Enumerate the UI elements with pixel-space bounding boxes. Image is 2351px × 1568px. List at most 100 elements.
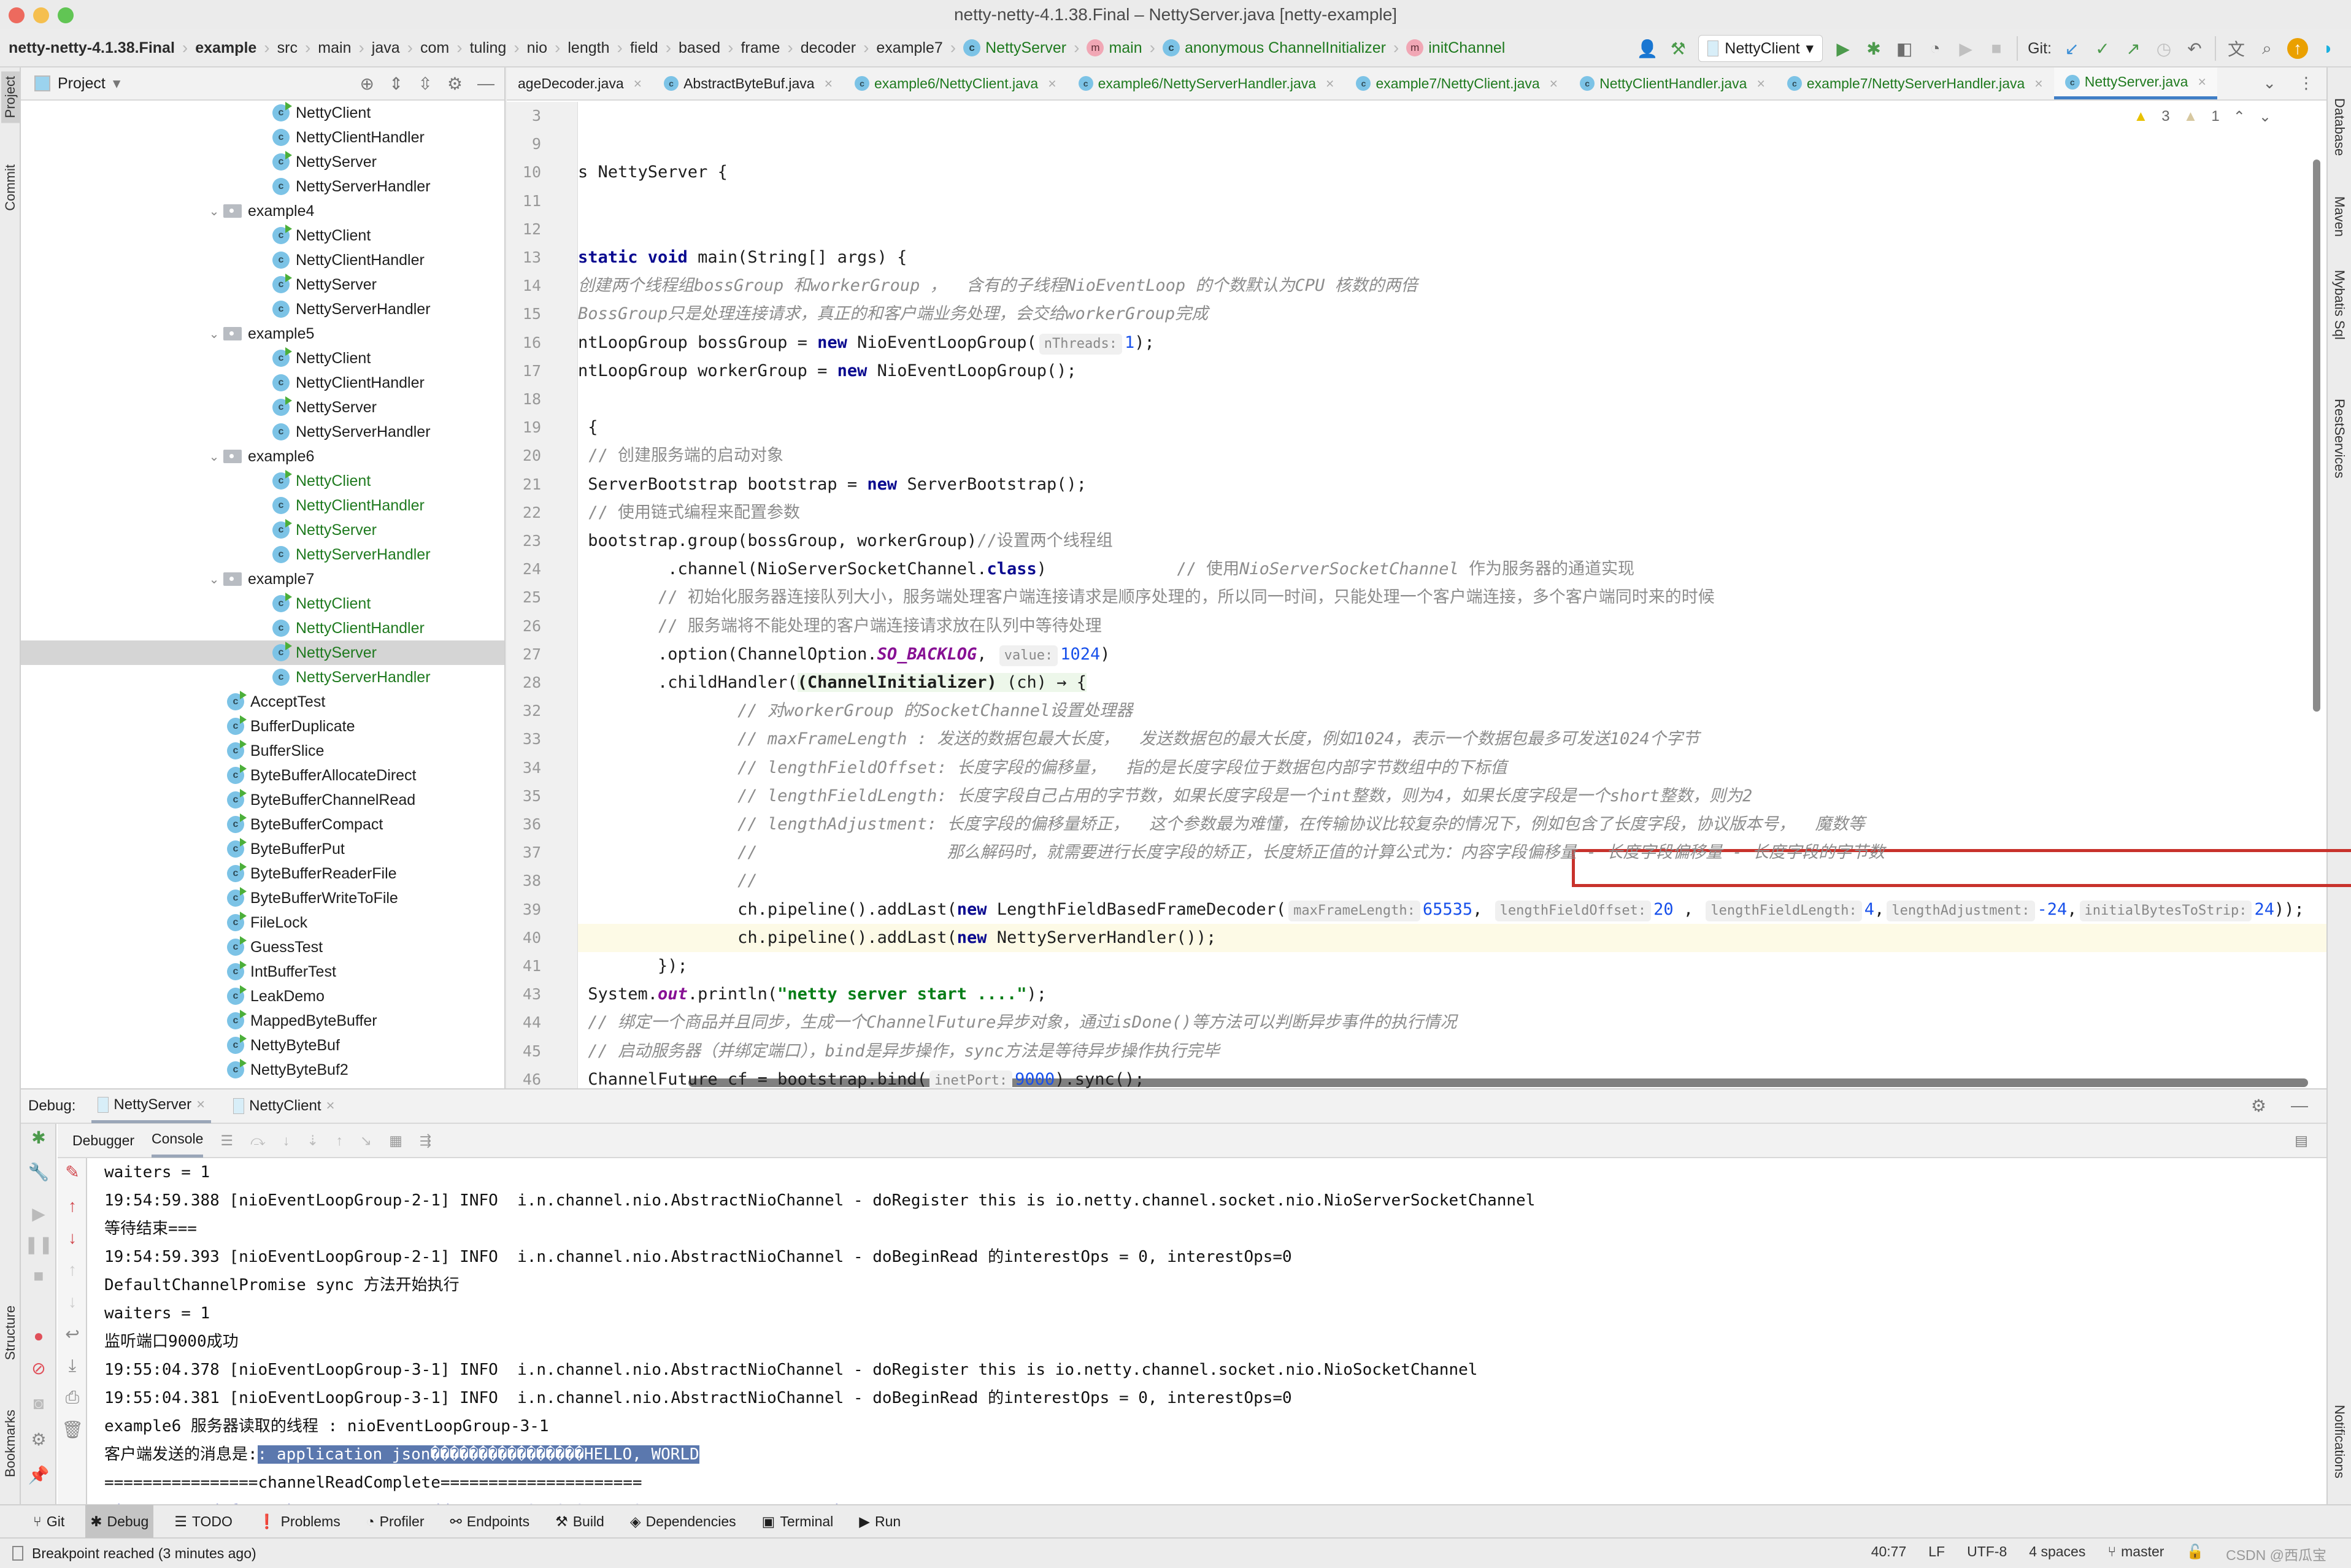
- tree-item[interactable]: c NettyClient: [21, 469, 504, 493]
- tree-item[interactable]: c FileLock: [21, 910, 504, 935]
- force-step-into-icon[interactable]: ⇣: [307, 1132, 318, 1149]
- tree-item[interactable]: ⌄ example4: [21, 199, 504, 223]
- git-push-icon[interactable]: ↗: [2123, 38, 2144, 59]
- tool-window-endpoints[interactable]: ⚯ Endpoints: [445, 1505, 534, 1538]
- search-icon[interactable]: ⌕: [2257, 38, 2277, 59]
- hide-icon[interactable]: —: [477, 74, 494, 94]
- chevron-down-icon[interactable]: ⌄: [205, 204, 223, 219]
- chevron-down-icon[interactable]: ⌄: [2263, 74, 2276, 93]
- line-number[interactable]: 35: [507, 782, 541, 810]
- tool-tab-mybatis-sql[interactable]: Mybatis Sql: [2331, 270, 2347, 340]
- close-icon[interactable]: ×: [634, 75, 642, 92]
- mute-breakpoints-icon[interactable]: ⊘: [21, 1358, 56, 1378]
- tree-item[interactable]: c NettyClient: [21, 346, 504, 371]
- tree-item[interactable]: c ByteBufferChannelRead: [21, 788, 504, 812]
- tool-window-git[interactable]: ⑂ Git: [28, 1505, 69, 1538]
- close-icon[interactable]: ×: [1550, 75, 1558, 92]
- tool-tab-bookmarks[interactable]: Bookmarks: [1, 1405, 20, 1482]
- clear-edit-icon[interactable]: ✎: [58, 1162, 87, 1182]
- coverage-icon[interactable]: ◧: [1894, 38, 1915, 59]
- caret-position[interactable]: 40:77: [1871, 1543, 1907, 1564]
- line-number[interactable]: 11: [507, 187, 541, 215]
- chevron-down-icon[interactable]: ⌄: [205, 326, 223, 342]
- editor-tab[interactable]: c example7/NettyServerHandler.java ×: [1776, 67, 2054, 99]
- tree-item[interactable]: c ByteBufferAllocateDirect: [21, 763, 504, 788]
- tool-window-run[interactable]: ▶ Run: [854, 1505, 906, 1538]
- file-encoding[interactable]: UTF-8: [1967, 1543, 2007, 1564]
- scroll-to-end-icon[interactable]: ⤓: [58, 1356, 87, 1376]
- view-breakpoints-icon[interactable]: ●: [21, 1326, 56, 1346]
- stop-icon[interactable]: ■: [21, 1266, 56, 1286]
- tree-item[interactable]: c NettyServer: [21, 640, 504, 665]
- lock-icon[interactable]: 🔓: [2186, 1543, 2204, 1564]
- line-number[interactable]: 45: [507, 1037, 541, 1066]
- profile-icon[interactable]: ◔: [1925, 38, 1945, 59]
- tool-window-problems[interactable]: ❗ Problems: [253, 1505, 345, 1538]
- close-icon[interactable]: ×: [2034, 75, 2042, 92]
- locate-icon[interactable]: ⊕: [360, 74, 374, 94]
- close-icon[interactable]: ×: [2198, 74, 2206, 90]
- line-number[interactable]: 27: [507, 640, 541, 669]
- tree-item[interactable]: c BufferDuplicate: [21, 714, 504, 739]
- step-over-icon[interactable]: ⤼: [250, 1132, 266, 1149]
- pin-icon[interactable]: 📌: [21, 1465, 56, 1485]
- line-number[interactable]: 22: [507, 499, 541, 527]
- down-arrow-icon[interactable]: ↓: [58, 1228, 87, 1248]
- tree-item[interactable]: c NettyClientHandler: [21, 248, 504, 272]
- collapse-all-icon[interactable]: ⇳: [418, 74, 432, 94]
- tree-item[interactable]: c NettyServer: [21, 395, 504, 420]
- tool-window-terminal[interactable]: ▣ Terminal: [757, 1505, 839, 1538]
- rerun-debug-icon[interactable]: ✱: [21, 1128, 56, 1148]
- tool-tab-commit[interactable]: Commit: [1, 159, 20, 216]
- close-icon[interactable]: ×: [825, 75, 833, 92]
- tab-console[interactable]: Console: [152, 1123, 204, 1158]
- close-icon[interactable]: ×: [326, 1097, 334, 1115]
- close-icon[interactable]: ×: [1757, 75, 1764, 92]
- chevron-down-icon[interactable]: ⌄: [205, 449, 223, 464]
- breadcrumb-item[interactable]: netty-netty-4.1.38.Final: [9, 39, 175, 57]
- translate-icon[interactable]: 文: [2226, 38, 2247, 59]
- editor-tab[interactable]: ageDecoder.java ×: [507, 67, 653, 99]
- up-stack-icon[interactable]: ↑: [58, 1260, 87, 1280]
- resume-icon[interactable]: ▶: [1955, 38, 1976, 59]
- indent-setting[interactable]: 4 spaces: [2029, 1543, 2085, 1564]
- line-number[interactable]: 14: [507, 272, 541, 300]
- git-rollback-icon[interactable]: ↶: [2184, 38, 2205, 59]
- tree-item[interactable]: c NettyClient: [21, 591, 504, 616]
- project-view-selector[interactable]: Project: [58, 75, 106, 93]
- breadcrumb-item[interactable]: m initChannel: [1406, 39, 1505, 57]
- tab-debugger[interactable]: Debugger: [72, 1132, 134, 1149]
- hide-icon[interactable]: —: [2291, 1096, 2308, 1116]
- user-icon[interactable]: 👤: [1637, 38, 1658, 59]
- tool-window-profiler[interactable]: ◔ Profiler: [361, 1505, 429, 1538]
- line-number[interactable]: 26: [507, 612, 541, 640]
- breadcrumb-item[interactable]: c anonymous ChannelInitializer: [1162, 39, 1386, 57]
- vertical-scrollbar[interactable]: [2313, 159, 2320, 712]
- build-hammer-icon[interactable]: ⚒: [1668, 38, 1688, 59]
- editor-tab[interactable]: c example6/NettyServerHandler.java ×: [1068, 67, 1345, 99]
- tree-item[interactable]: c GuessTest: [21, 935, 504, 959]
- tree-item[interactable]: c NettyClientHandler: [21, 125, 504, 150]
- line-number[interactable]: 3: [507, 102, 541, 130]
- tree-item[interactable]: c NettyServerHandler: [21, 297, 504, 321]
- tool-tab-notifications[interactable]: Notifications: [2331, 1405, 2347, 1478]
- git-branch[interactable]: master: [2121, 1543, 2164, 1564]
- more-icon[interactable]: ⋮: [2298, 74, 2314, 93]
- breadcrumb-item[interactable]: based: [679, 39, 720, 57]
- settings-icon[interactable]: ⚙: [21, 1429, 56, 1450]
- breadcrumb-item[interactable]: example: [195, 39, 256, 57]
- up-arrow-icon[interactable]: ↑: [58, 1196, 87, 1216]
- chevron-down-icon[interactable]: ⌄: [205, 572, 223, 587]
- pause-icon[interactable]: ❚❚: [21, 1234, 56, 1255]
- line-number[interactable]: 41: [507, 952, 541, 980]
- run-configuration-select[interactable]: NettyClient ▾: [1698, 35, 1823, 62]
- breadcrumb-item[interactable]: field: [630, 39, 658, 57]
- tree-item[interactable]: c LeakDemo: [21, 984, 504, 1009]
- git-history-icon[interactable]: ◷: [2153, 38, 2174, 59]
- step-into-icon[interactable]: ↓: [283, 1132, 290, 1149]
- line-number[interactable]: 15: [507, 300, 541, 328]
- git-commit-icon[interactable]: ✓: [2092, 38, 2113, 59]
- code-view[interactable]: 3 9 10 s NettyServer {11 12 13 static void mai…: [523, 102, 2351, 1091]
- expand-all-icon[interactable]: ⇕: [389, 74, 403, 94]
- git-update-icon[interactable]: ↙: [2061, 38, 2082, 59]
